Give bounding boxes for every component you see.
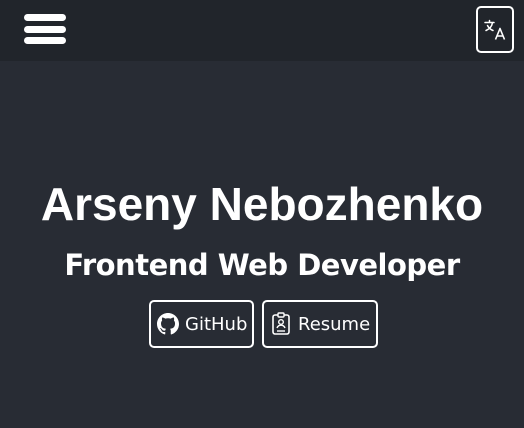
resume-document-icon [272,312,290,335]
language-toggle-button[interactable] [476,6,514,53]
top-navbar [0,0,524,61]
github-button[interactable]: GitHub [149,300,254,348]
resume-button[interactable]: Resume [262,300,378,348]
hero-section: Arseny Nebozhenko Frontend Web Developer… [0,61,524,428]
menu-button[interactable] [22,12,68,46]
hero-name-heading: Arseny Nebozhenko [40,178,484,230]
translate-icon [484,19,506,40]
github-icon [157,313,179,335]
hamburger-menu-icon [24,37,66,44]
hamburger-menu-icon [24,25,66,33]
resume-button-label: Resume [298,313,371,335]
hamburger-menu-icon [24,14,66,21]
github-button-label: GitHub [185,313,248,335]
hero-role-subtitle: Frontend Web Developer [64,248,460,282]
